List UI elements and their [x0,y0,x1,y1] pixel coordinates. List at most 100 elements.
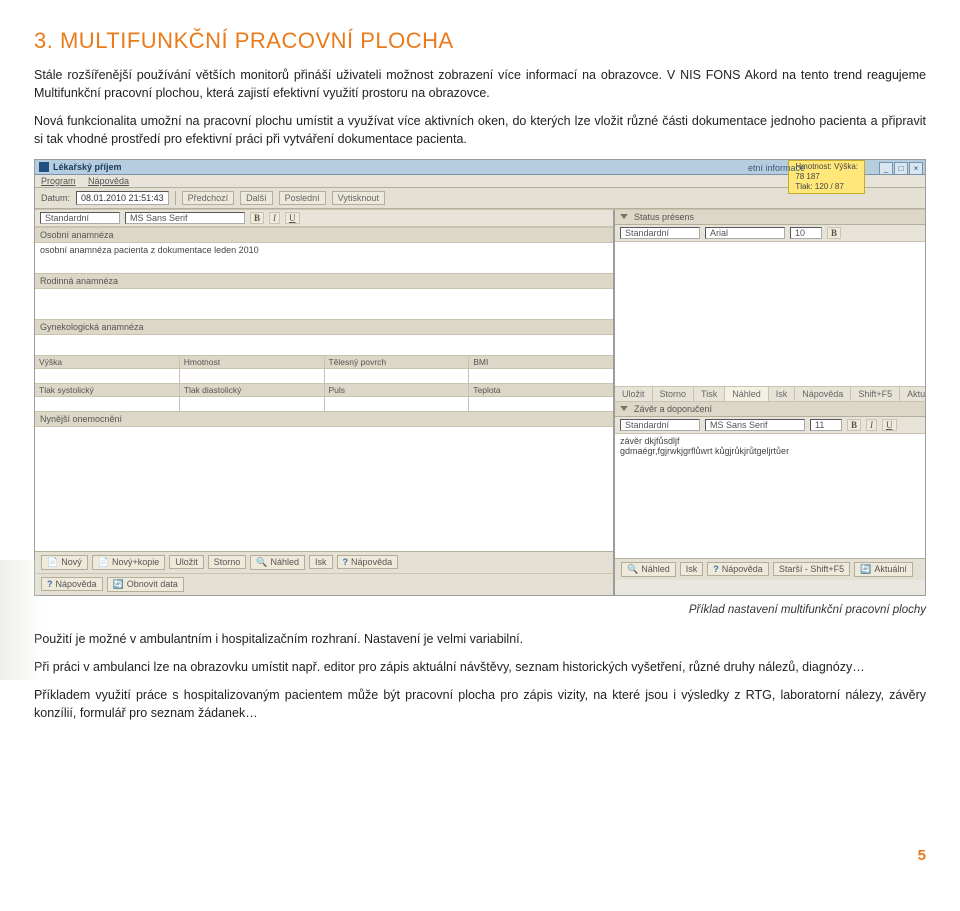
tab-isk[interactable]: Isk [769,387,796,401]
italic-button-r2[interactable]: I [866,419,877,431]
new-copy-button[interactable]: 📄 Nový+kopie [92,555,166,570]
page-number: 5 [918,847,926,864]
style-select[interactable]: Standardní [40,212,120,224]
tab-aktualni[interactable]: Aktuální [900,387,926,401]
toolbar-separator [175,191,176,205]
prev-button[interactable]: Předchozí [182,191,235,205]
next-button[interactable]: Další [240,191,273,205]
preview-button-r[interactable]: 🔍 Náhled [621,562,676,577]
last-button[interactable]: Poslední [279,191,326,205]
zaver-text[interactable]: závěr dkjfůsdljf gdmaégr,fgjrwkjgrflůwrt… [615,434,925,558]
underline-button-r2[interactable]: U [882,419,897,431]
menu-help[interactable]: Nápověda [88,176,129,186]
font-select-r2[interactable]: MS Sans Serif [705,419,805,431]
nynejsi-onemocneni-text[interactable] [35,427,613,551]
rodinna-anamneza-text[interactable] [35,289,613,319]
size-select-r2[interactable]: 11 [810,419,842,431]
left-pane: Standardní MS Sans Serif B I U Osobní an… [35,210,615,595]
collapse-icon-2 [620,406,628,411]
left-footer-toolbar: 📄 Nový 📄 Nový+kopie Uložit Storno 🔍 Náhl… [35,551,613,573]
paragraph-2: Nová funkcionalita umožní na pracovní pl… [34,112,926,148]
split-panes: Standardní MS Sans Serif B I U Osobní an… [35,209,925,595]
field-vyska-input[interactable] [35,369,179,383]
app-icon [39,162,49,172]
right-footer-toolbar: 🔍 Náhled Isk ? Nápověda Starší - Shift+F… [615,558,925,580]
section-osobni-anamneza: Osobní anamnéza [35,227,613,243]
heading-text: MULTIFUNKČNÍ PRACOVNÍ PLOCHA [60,28,454,53]
field-teplota-input[interactable] [469,397,613,411]
section-gyn-anamneza: Gynekologická anamnéza [35,319,613,335]
print-button[interactable]: Vytisknout [332,191,385,205]
field-vyska-label: Výška [35,356,179,369]
section-nynejsi-onemocneni: Nynější onemocnění [35,411,613,427]
field-bmi-label: BMI [469,356,613,369]
heading-number: 3. [34,28,53,53]
maximize-button[interactable]: □ [894,162,908,175]
current-button-r[interactable]: 🔄 Aktuální [854,562,913,577]
tab-nahled[interactable]: Náhled [725,387,769,401]
style-select-r2[interactable]: Standardní [620,419,700,431]
isk-button-left[interactable]: Isk [309,555,333,569]
left-format-toolbar: Standardní MS Sans Serif B I U [35,210,613,227]
older-button-r[interactable]: Starší - Shift+F5 [773,562,850,576]
field-dia-input[interactable] [180,397,324,411]
font-select-r1[interactable]: Arial [705,227,785,239]
minimize-button[interactable]: _ [879,162,893,175]
window-buttons: _ □ × [879,162,923,175]
section-rodinna-anamneza: Rodinná anamnéza [35,273,613,289]
paragraph-3: Použití je možné v ambulantním i hospita… [34,630,926,648]
left-footer-toolbar-2: ? Nápověda 🔄 Obnovit data [35,573,613,595]
field-puls-label: Puls [325,384,469,397]
panel-zaver[interactable]: Závěr a doporučení [615,402,925,417]
field-povrch-input[interactable] [325,369,469,383]
bold-button-r2[interactable]: B [847,419,861,431]
status-presens-text[interactable] [615,242,925,386]
window-titlebar: Lékařský příjem Hmotnost: Výška: 78 187 … [35,160,925,175]
panel-status-presens[interactable]: Status présens [615,210,925,225]
field-sys-input[interactable] [35,397,179,411]
isk-button-r[interactable]: Isk [680,562,704,576]
style-select-r1[interactable]: Standardní [620,227,700,239]
save-button-left[interactable]: Uložit [169,555,204,569]
new-button[interactable]: 📄 Nový [41,555,88,570]
figure-caption: Příklad nastavení multifunkční pracovní … [34,604,926,616]
tab-napoveda[interactable]: Nápověda [795,387,851,401]
field-hmotnost-input[interactable] [180,369,324,383]
field-teplota-label: Teplota [469,384,613,397]
tab-ulozit[interactable]: Uložit [615,387,653,401]
menu-program[interactable]: Program [41,176,76,186]
bold-button[interactable]: B [250,212,264,224]
paragraph-4: Při práci v ambulanci lze na obrazovku u… [34,658,926,676]
osobni-anamneza-text[interactable]: osobní anamnéza pacienta z dokumentace l… [35,243,613,273]
tab-tisk[interactable]: Tisk [694,387,725,401]
italic-button[interactable]: I [269,212,280,224]
note-line2: 78 187 [795,172,858,182]
date-label: Datum: [41,193,70,203]
help-button-left[interactable]: ? Nápověda [337,555,399,569]
tab-storno[interactable]: Storno [653,387,695,401]
help-button-r[interactable]: ? Nápověda [707,562,769,576]
font-select[interactable]: MS Sans Serif [125,212,245,224]
field-puls-input[interactable] [325,397,469,411]
paragraph-5: Příkladem využití práce s hospitalizovan… [34,686,926,722]
tab-shift[interactable]: Shift+F5 [851,387,900,401]
vitals-row-2: Tlak systolický Tlak diastolický Puls Te… [35,383,613,411]
collapse-icon [620,214,628,219]
bold-button-r1[interactable]: B [827,227,841,239]
close-button[interactable]: × [909,162,923,175]
right-tab-row: Uložit Storno Tisk Náhled Isk Nápověda S… [615,386,925,402]
underline-button[interactable]: U [285,212,300,224]
gyn-anamneza-text[interactable] [35,335,613,355]
cancel-button-left[interactable]: Storno [208,555,247,569]
preview-button-left[interactable]: 🔍 Náhled [250,555,305,570]
help-button-2[interactable]: ? Nápověda [41,577,103,591]
field-bmi-input[interactable] [469,369,613,383]
field-dia-label: Tlak diastolický [180,384,324,397]
extra-tab-label: etní informace [748,163,805,173]
right-pane: Status présens Standardní Arial 10 B Ulo… [615,210,925,595]
refresh-button[interactable]: 🔄 Obnovit data [107,577,184,592]
date-input[interactable]: 08.01.2010 21:51:43 [76,191,169,205]
panel2-title: Závěr a doporučení [634,404,712,414]
size-select-r1[interactable]: 10 [790,227,822,239]
zaver-line1: závěr dkjfůsdljf [620,436,920,446]
